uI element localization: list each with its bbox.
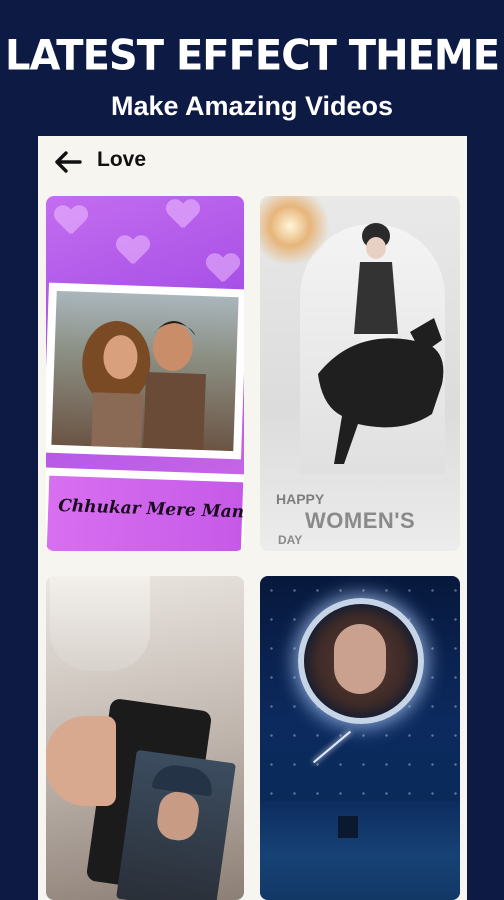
heart-decoration: [116, 236, 150, 266]
equestrian-silhouette: [318, 223, 444, 464]
caption-womens: WOMEN'S: [305, 508, 416, 533]
photo-frame: [46, 282, 244, 460]
theme-card-womens-day[interactable]: HAPPY WOMEN'S DAY: [260, 196, 460, 551]
man-photo: [116, 749, 236, 900]
boat: [338, 816, 358, 838]
heart-decoration: [166, 200, 200, 230]
page-title: Love: [97, 148, 147, 171]
caption-background: Chhukar Mere Man: [46, 475, 244, 551]
heart-decoration: [54, 206, 88, 236]
arrow-left-icon[interactable]: [54, 150, 82, 174]
caption-strip: Chhukar Mere Man: [46, 467, 244, 551]
theme-card-love-couple[interactable]: Chhukar Mere Man: [46, 196, 244, 551]
caption-day: DAY: [278, 533, 303, 547]
app-bar: Love: [38, 136, 467, 188]
card-caption: Chhukar Mere Man: [57, 495, 244, 523]
theme-card-phone-photo[interactable]: [46, 576, 244, 900]
portrait-face: [334, 624, 386, 694]
phone-screen: Love Chhukar Mere Man HAPPY WOMEN'S DAY: [38, 136, 467, 900]
caption-happy: HAPPY: [276, 491, 325, 507]
banner-headline: LATEST EFFECT THEME: [4, 31, 500, 81]
hat: [151, 762, 215, 797]
couple-silhouette: [82, 320, 206, 451]
hand: [46, 716, 116, 806]
face: [154, 789, 202, 843]
moon-frame: [298, 598, 424, 724]
banner-subline: Make Amazing Videos: [110, 91, 394, 121]
heart-decoration: [206, 254, 240, 284]
couple-photo: [51, 290, 239, 452]
theme-card-moon-portrait[interactable]: [260, 576, 460, 900]
coffee-cup: [50, 576, 150, 671]
promo-banner: LATEST EFFECT THEME Make Amazing Videos: [0, 0, 504, 136]
sea: [260, 801, 460, 900]
